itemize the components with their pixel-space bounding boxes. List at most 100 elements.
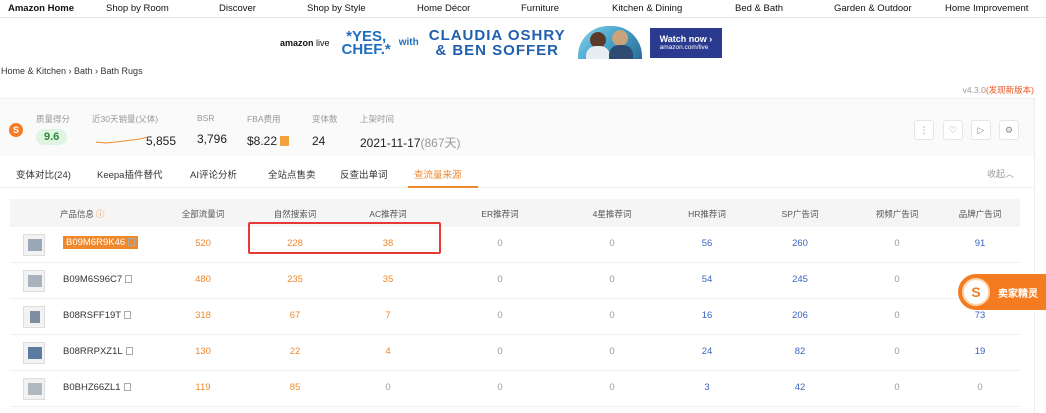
tab-all-marketplaces[interactable]: 全站点售卖	[268, 167, 316, 181]
seller-sprite-widget[interactable]: S 卖家精灵	[958, 274, 1046, 310]
cell-er-keywords: 0	[497, 274, 503, 285]
cell-all-keywords[interactable]: 119	[195, 382, 210, 393]
cell-er-keywords: 0	[497, 238, 503, 249]
table-row[interactable]: B08RSFF19T 318 67 7 0 0 16 206 0 73	[10, 299, 1020, 335]
product-thumbnail[interactable]	[23, 378, 45, 400]
tab-keepa[interactable]: Keepa插件替代	[97, 167, 162, 181]
amazon-live-logo: amazon live	[280, 37, 330, 48]
col-all-keywords[interactable]: 全部流量词	[182, 208, 225, 220]
tab-traffic-sources[interactable]: 查流量来源	[414, 167, 462, 181]
stat-bsr: BSR 3,796	[197, 113, 228, 146]
more-icon[interactable]: ⋮	[914, 120, 934, 140]
cell-hr-keywords[interactable]: 54	[702, 274, 713, 285]
col-video-ad-keywords[interactable]: 视频广告词	[876, 208, 919, 220]
seller-sprite-logo-icon: S	[9, 123, 23, 137]
copy-icon[interactable]	[124, 311, 132, 319]
cell-brand-ad-keywords: 0	[977, 382, 983, 393]
cell-sp-ad-keywords[interactable]: 206	[792, 310, 808, 321]
nav-amazon-home[interactable]: Amazon Home	[8, 3, 74, 14]
copy-icon[interactable]	[123, 383, 131, 391]
nav-furniture[interactable]: Furniture	[521, 3, 559, 14]
cell-sp-ad-keywords[interactable]: 245	[792, 274, 808, 285]
copy-icon[interactable]	[125, 347, 133, 355]
seller-sprite-label: 卖家精灵	[998, 288, 1038, 300]
table-row[interactable]: B09M6R9K46 520 228 38 0 0 56 260 0 91	[10, 227, 1020, 263]
cell-organic-keywords[interactable]: 67	[290, 310, 301, 321]
watch-now-button[interactable]: Watch now › amazon.com/live	[649, 27, 722, 58]
traffic-table-header: 产品信息 ⓘ 全部流量词 自然搜索词 AC推荐词 ER推荐词 4星推荐词 HR推荐…	[10, 199, 1020, 227]
cell-ac-keywords[interactable]: 4	[385, 346, 390, 357]
nav-discover[interactable]: Discover	[219, 3, 256, 14]
copy-icon[interactable]	[128, 238, 136, 246]
product-thumbnail[interactable]	[23, 306, 45, 328]
product-stats-panel: S 质量得分 9.6 近30天销量(父体) 5,855 BSR 3,796 FB…	[0, 98, 1034, 156]
tab-ai-reviews[interactable]: AI评论分析	[190, 167, 237, 181]
cell-all-keywords[interactable]: 130	[195, 346, 211, 357]
asin-link[interactable]: B09M6S96C7	[63, 274, 133, 285]
amazon-live-banner[interactable]: amazon live *YES, CHEF.* with CLAUDIA OSH…	[274, 25, 760, 60]
favorite-icon[interactable]: ♡	[943, 120, 963, 140]
page-edge	[1034, 98, 1046, 413]
col-sp-ad-keywords[interactable]: SP广告词	[782, 208, 819, 220]
product-thumbnail[interactable]	[23, 342, 45, 364]
stat-quality-score: 质量得分 9.6	[36, 114, 71, 145]
col-organic-keywords[interactable]: 自然搜索词	[274, 208, 317, 220]
col-4star-keywords[interactable]: 4星推荐词	[593, 208, 632, 220]
col-hr-keywords[interactable]: HR推荐词	[688, 208, 726, 220]
cell-brand-ad-keywords[interactable]: 19	[975, 346, 986, 357]
nav-home-improvement[interactable]: Home Improvement	[945, 3, 1028, 14]
calculator-icon[interactable]	[280, 136, 290, 146]
nav-shop-by-style[interactable]: Shop by Style	[307, 3, 366, 14]
sales-sparkline	[96, 136, 148, 144]
nav-home-decor[interactable]: Home Décor	[417, 3, 470, 14]
help-icon[interactable]: ⓘ	[96, 209, 105, 219]
cell-brand-ad-keywords[interactable]: 73	[975, 310, 986, 321]
settings-icon[interactable]: ⚙	[999, 120, 1019, 140]
table-row[interactable]: B0BHZ66ZL1 119 85 0 0 0 3 42 0 0	[10, 371, 1020, 407]
copy-icon[interactable]	[125, 275, 133, 283]
cell-4star-keywords: 0	[609, 310, 615, 321]
cell-organic-keywords[interactable]: 235	[287, 274, 303, 285]
cell-all-keywords[interactable]: 520	[195, 238, 211, 249]
cell-sp-ad-keywords[interactable]: 42	[795, 382, 806, 393]
table-row[interactable]: B09M6S96C7 480 235 35 0 0 54 245 0	[10, 263, 1020, 299]
col-brand-ad-keywords[interactable]: 品牌广告词	[959, 208, 1002, 220]
plugin-version[interactable]: v4.3.0(发现新版本)	[963, 84, 1034, 96]
tab-reverse-keywords[interactable]: 反查出单词	[340, 167, 388, 181]
nav-garden-outdoor[interactable]: Garden & Outdoor	[834, 3, 912, 14]
asin-link[interactable]: B08RSFF19T	[63, 310, 132, 321]
product-thumbnail[interactable]	[23, 234, 45, 256]
nav-bed-bath[interactable]: Bed & Bath	[735, 3, 783, 14]
product-thumbnail[interactable]	[23, 270, 45, 292]
cell-hr-keywords[interactable]: 56	[702, 238, 713, 249]
table-row[interactable]: B08RRPXZ1L 130 22 4 0 0 24 82 0 19	[10, 335, 1020, 371]
cell-organic-keywords[interactable]: 85	[290, 382, 301, 393]
col-ac-keywords[interactable]: AC推荐词	[369, 208, 406, 220]
asin-link[interactable]: B09M6R9K46	[63, 236, 139, 249]
col-er-keywords[interactable]: ER推荐词	[481, 208, 518, 220]
video-icon[interactable]: ▷	[971, 120, 991, 140]
tab-variant-compare[interactable]: 变体对比(24)	[16, 167, 71, 181]
asin-link[interactable]: B0BHZ66ZL1	[63, 382, 131, 393]
cell-video-ad-keywords: 0	[894, 238, 900, 249]
cell-sp-ad-keywords[interactable]: 82	[795, 346, 806, 357]
cell-sp-ad-keywords[interactable]: 260	[792, 238, 808, 249]
quality-score-badge: 9.6	[36, 129, 68, 145]
col-product-info: 产品信息 ⓘ	[60, 209, 105, 219]
cell-video-ad-keywords: 0	[894, 274, 900, 285]
cell-hr-keywords[interactable]: 16	[702, 310, 713, 321]
cell-brand-ad-keywords[interactable]: 91	[975, 238, 986, 249]
collapse-button[interactable]: 收起︿	[987, 167, 1014, 180]
nav-kitchen-dining[interactable]: Kitchen & Dining	[612, 3, 682, 14]
breadcrumb[interactable]: Home & Kitchen › Bath › Bath Rugs	[1, 66, 143, 76]
cell-all-keywords[interactable]: 318	[195, 310, 211, 321]
cell-ac-keywords[interactable]: 7	[385, 310, 390, 321]
cell-all-keywords[interactable]: 480	[195, 274, 211, 285]
cell-hr-keywords[interactable]: 3	[704, 382, 709, 393]
cell-ac-keywords[interactable]: 35	[383, 274, 394, 285]
cell-organic-keywords[interactable]: 22	[290, 346, 301, 357]
asin-link[interactable]: B08RRPXZ1L	[63, 346, 133, 357]
nav-shop-by-room[interactable]: Shop by Room	[106, 3, 169, 14]
stat-fba-fee: FBA费用 $8.22	[247, 113, 290, 148]
cell-hr-keywords[interactable]: 24	[702, 346, 713, 357]
